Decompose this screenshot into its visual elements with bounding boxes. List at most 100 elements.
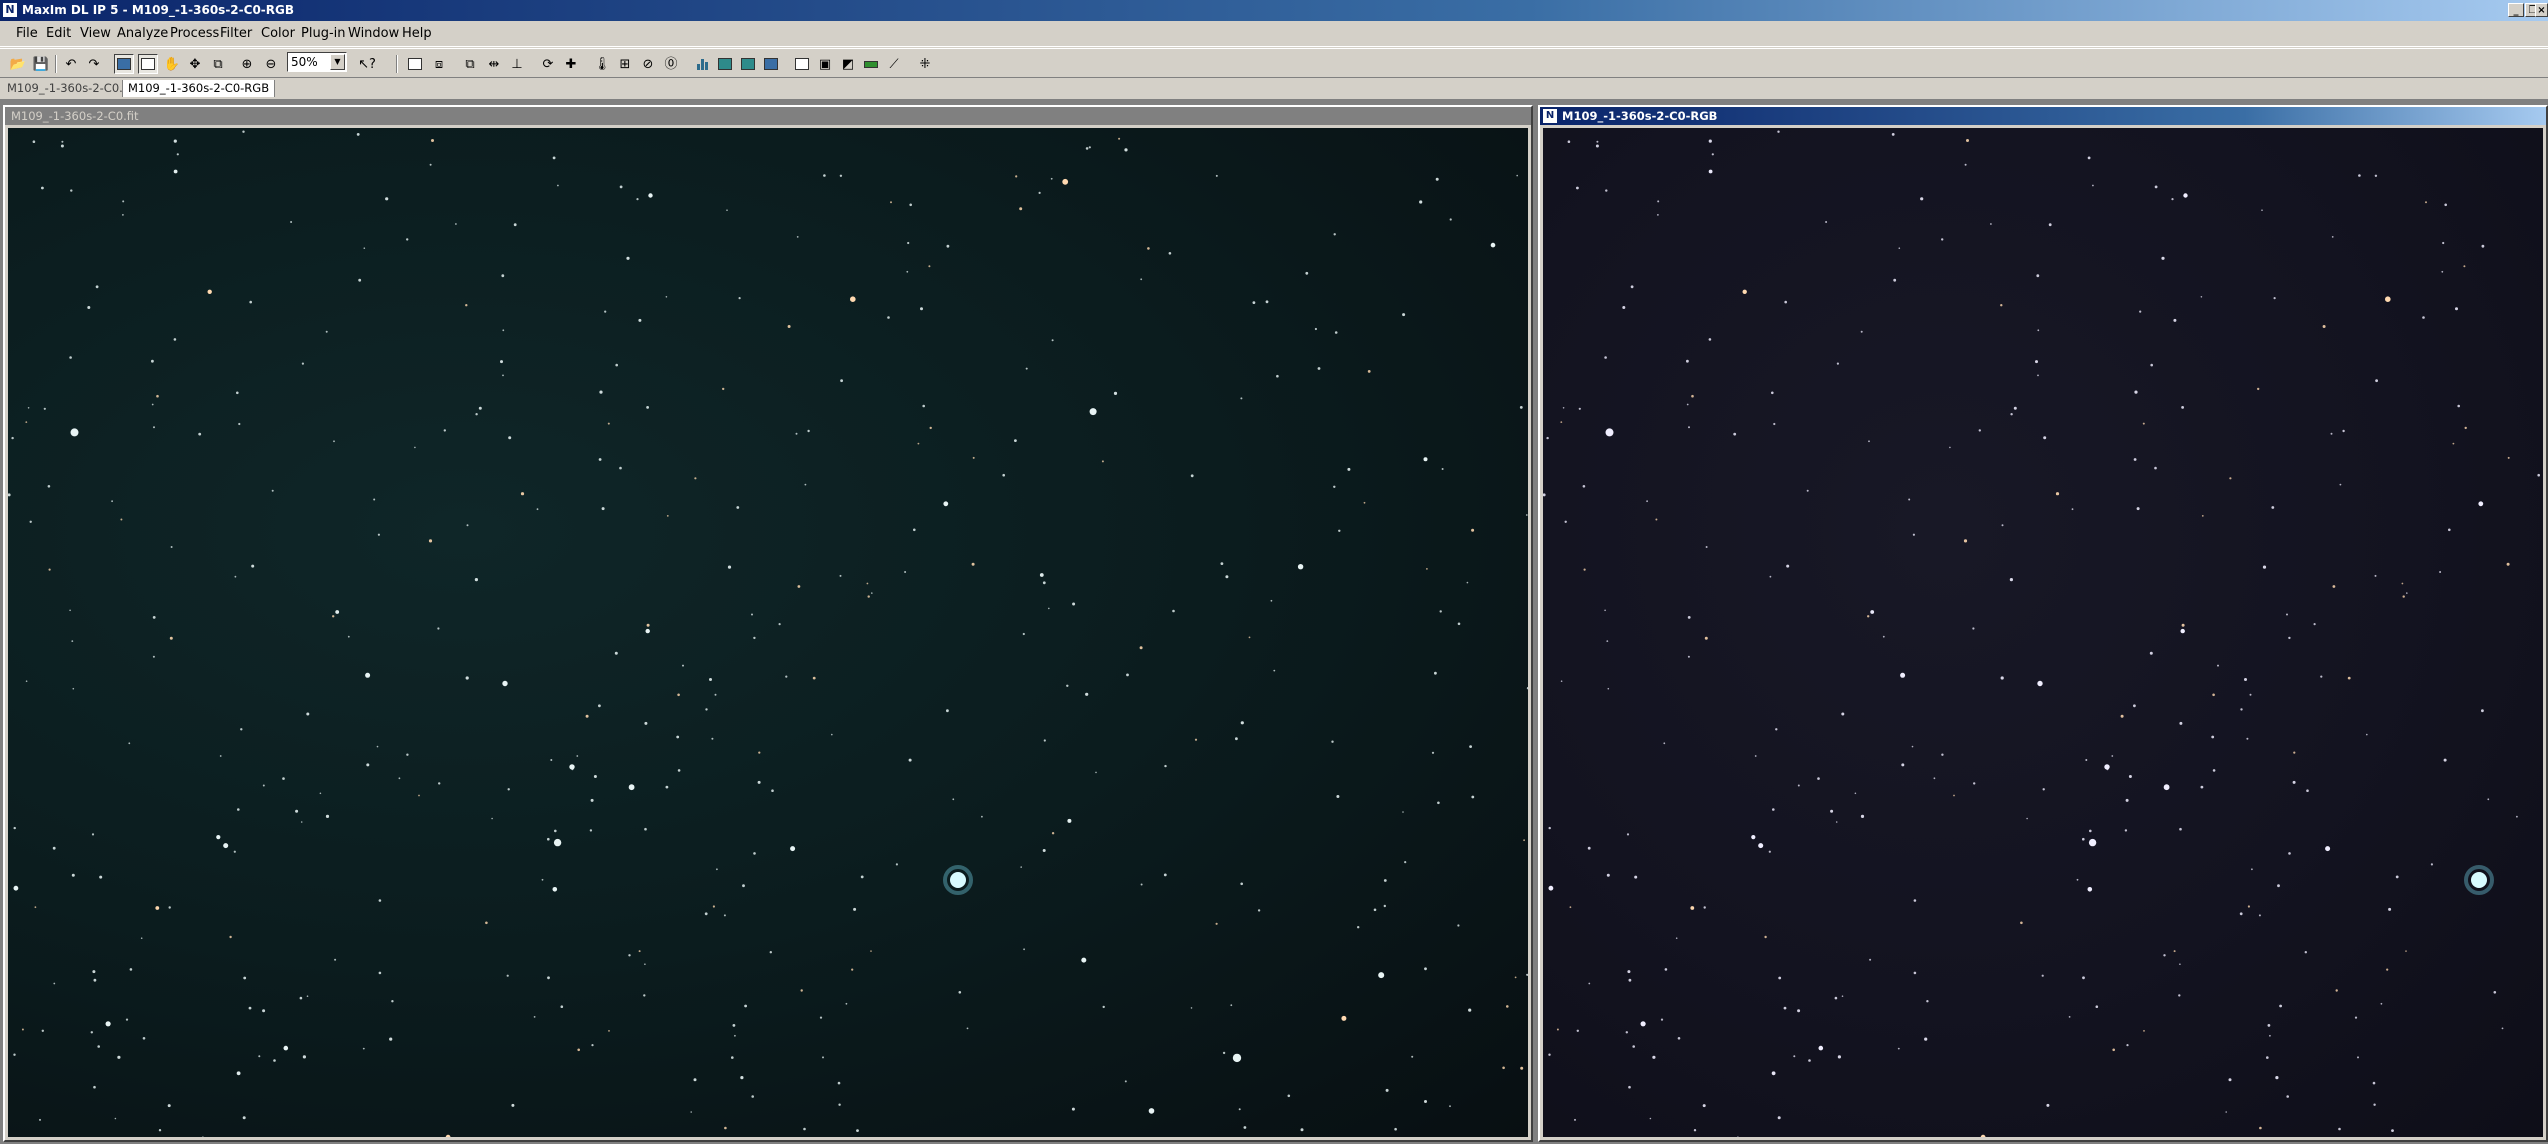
- crosshair-icon[interactable]: ✚: [561, 54, 581, 74]
- star: [2009, 578, 2013, 582]
- star: [2112, 1048, 2115, 1052]
- star: [271, 489, 274, 492]
- image-window-fit[interactable]: M109_-1-360s-2-C0.fit: [3, 105, 1533, 1142]
- star: [1771, 1071, 1776, 1076]
- star: [576, 755, 579, 757]
- menu-color[interactable]: Color: [257, 26, 299, 42]
- rotate-icon[interactable]: ⟳: [538, 54, 558, 74]
- menu-plugin[interactable]: Plug-in: [297, 26, 349, 42]
- menu-analyze[interactable]: Analyze: [113, 26, 172, 42]
- app-logo-icon[interactable]: N: [3, 3, 17, 17]
- crop-icon[interactable]: ⧉: [208, 54, 228, 74]
- compare-icon[interactable]: ⧈: [429, 54, 449, 74]
- gradient-icon[interactable]: ◩: [838, 54, 858, 74]
- levels-icon[interactable]: [715, 54, 735, 74]
- menu-file[interactable]: File: [12, 26, 42, 42]
- star: [598, 704, 601, 708]
- pan-icon[interactable]: ✥: [185, 54, 205, 74]
- star: [2087, 156, 2091, 160]
- star: [122, 214, 124, 216]
- star: [2306, 789, 2309, 792]
- star: [2267, 1024, 2271, 1027]
- tab-rgb[interactable]: M109_-1-360s-2-C0-RGB: [122, 80, 276, 97]
- open-icon[interactable]: 📂: [8, 54, 28, 74]
- star: [1546, 436, 1549, 440]
- star: [2358, 174, 2361, 177]
- window-title-fit[interactable]: M109_-1-360s-2-C0.fit: [5, 107, 1531, 125]
- star: [156, 394, 159, 398]
- star: [1050, 177, 1053, 180]
- zoom-select[interactable]: 50% ▼: [287, 52, 347, 72]
- hand-icon[interactable]: ✋: [162, 54, 182, 74]
- star: [2037, 680, 2043, 687]
- flip-icon[interactable]: ⊥: [507, 54, 527, 74]
- zoom-out-icon[interactable]: ⊖: [261, 54, 281, 74]
- star: [712, 905, 716, 908]
- star: [1238, 1108, 1241, 1111]
- star: [751, 613, 753, 616]
- menu-window[interactable]: Window: [344, 26, 403, 42]
- star: [1980, 1134, 1986, 1137]
- star: [742, 884, 745, 888]
- star: [839, 574, 842, 577]
- star: [946, 709, 949, 713]
- star: [2507, 456, 2510, 459]
- frame-icon[interactable]: [792, 54, 812, 74]
- histogram-icon[interactable]: [692, 54, 712, 74]
- minimize-icon[interactable]: _: [2508, 3, 2524, 17]
- chevron-down-icon[interactable]: ▼: [330, 54, 345, 70]
- line-profile-icon[interactable]: ⟋: [884, 54, 904, 74]
- ruler-icon[interactable]: [861, 54, 881, 74]
- star: [2163, 954, 2166, 957]
- star: [1333, 485, 1336, 488]
- calibrate-icon[interactable]: ⊞: [615, 54, 635, 74]
- stop-icon[interactable]: ⊘: [638, 54, 658, 74]
- star: [677, 769, 681, 772]
- save-icon[interactable]: 💾: [31, 54, 51, 74]
- menu-view[interactable]: View: [76, 26, 115, 42]
- window-titlebar-rgb[interactable]: N M109_-1-360s-2-C0-RGB: [1540, 107, 2546, 125]
- image-icon[interactable]: ▣: [815, 54, 835, 74]
- menu-process[interactable]: Process: [166, 26, 223, 42]
- star: [1900, 672, 1906, 678]
- star: [2292, 780, 2296, 784]
- thermometer-icon[interactable]: 🌡: [592, 54, 612, 74]
- undo-icon[interactable]: ↶: [61, 54, 81, 74]
- screen-stretch-icon[interactable]: [405, 54, 425, 74]
- star: [1657, 200, 1660, 203]
- star: [1514, 976, 1517, 979]
- star: [1042, 849, 1046, 852]
- star: [1966, 139, 1969, 142]
- star: [111, 500, 113, 503]
- star: [1783, 1006, 1787, 1010]
- redo-icon[interactable]: ↷: [84, 54, 104, 74]
- help-pointer-icon[interactable]: ↖?: [357, 54, 377, 74]
- color-balance-icon[interactable]: [761, 54, 781, 74]
- star: [478, 406, 482, 410]
- zoom-in-icon[interactable]: ⊕: [237, 54, 257, 74]
- star: [2293, 751, 2296, 754]
- image-canvas-rgb[interactable]: [1543, 128, 2543, 1137]
- star: [796, 236, 799, 238]
- star: [853, 907, 857, 911]
- star-icon[interactable]: ⁜: [915, 54, 935, 74]
- star: [491, 817, 493, 820]
- abort-icon[interactable]: ⓪: [661, 54, 681, 74]
- menu-edit[interactable]: Edit: [42, 26, 75, 42]
- star: [2133, 704, 2136, 708]
- close-icon[interactable]: ×: [2535, 3, 2548, 17]
- star: [485, 921, 488, 925]
- image-canvas-fit[interactable]: [8, 128, 1528, 1137]
- view-icon[interactable]: [114, 54, 134, 74]
- menu-help[interactable]: Help: [398, 26, 436, 42]
- zoom-select-icon[interactable]: [138, 54, 158, 74]
- menu-filter[interactable]: Filter: [216, 26, 256, 42]
- image-window-rgb[interactable]: N M109_-1-360s-2-C0-RGB: [1538, 105, 2548, 1142]
- tab-fit[interactable]: M109_-1-360s-2-C0.fit: [2, 80, 140, 97]
- align-icon[interactable]: ⇹: [484, 54, 504, 74]
- stack-icon[interactable]: ⧉: [460, 54, 480, 74]
- star: [1147, 247, 1150, 250]
- star: [169, 636, 173, 640]
- star: [895, 863, 899, 866]
- curves-icon[interactable]: [738, 54, 758, 74]
